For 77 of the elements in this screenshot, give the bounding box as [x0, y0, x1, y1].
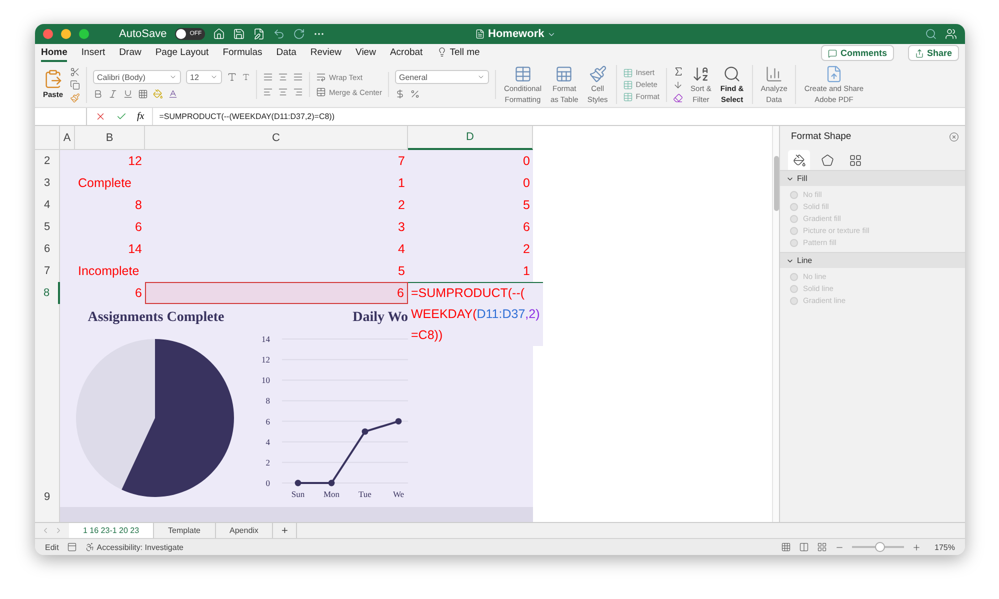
ribbon-tab[interactable]: Data	[276, 44, 296, 62]
ribbon-tab[interactable]: Insert	[81, 44, 106, 62]
table-cell: 6	[75, 216, 145, 238]
axis-tick-label: 0	[266, 478, 270, 488]
axis-tick-label: 10	[262, 375, 270, 386]
ribbon-tab[interactable]: Formulas	[222, 44, 262, 62]
ribbon-tab[interactable]: Review	[310, 44, 342, 62]
table-cell: 0	[408, 150, 533, 172]
column-header[interactable]: C	[145, 126, 408, 150]
axis-tick-label: 6	[266, 416, 270, 426]
column-header[interactable]: A	[60, 126, 75, 150]
number-format-field[interactable]: General	[394, 70, 489, 84]
formula-text: D11:D37	[476, 307, 526, 321]
row-header[interactable]: 8	[35, 282, 60, 304]
comments-button[interactable]: Comments	[821, 45, 894, 61]
table-cell: 6	[75, 282, 145, 304]
share-button[interactable]: Share	[908, 45, 959, 61]
axis-tick-label: 14	[262, 334, 270, 344]
formula-field[interactable]: =SUMPRODUCT(--(WEEKDAY(D11:D37,2)=C8))	[152, 108, 965, 125]
row-header[interactable]: 3	[35, 172, 60, 194]
formula-text: =C8))	[411, 328, 443, 342]
table-cell: 14	[75, 238, 145, 260]
axis-tick-label: 4	[266, 436, 270, 447]
table-cell: 0	[408, 172, 533, 194]
table-cell: Complete	[75, 172, 145, 194]
autosave-label: AutoSave	[119, 28, 167, 40]
chart-title: Daily Wo	[352, 310, 408, 326]
table-cell: 6	[145, 282, 408, 304]
axis-tick-label: 12	[262, 354, 270, 365]
row-header[interactable]: 7	[35, 260, 60, 282]
axis-category-label: Mon	[323, 489, 340, 499]
table-cell: 4	[145, 238, 408, 260]
ribbon-tab[interactable]: View	[356, 44, 376, 62]
row-header[interactable]: 4	[35, 194, 60, 216]
zoom-level: 175%	[934, 542, 955, 552]
table-cell: 5	[408, 194, 533, 216]
axis-category-label: Sun	[291, 489, 305, 499]
panel-title: Format Shape	[791, 131, 852, 142]
row-header[interactable]: 2	[35, 150, 60, 172]
table-cell: 2	[408, 238, 533, 260]
axis-category-label: We	[392, 489, 404, 499]
accessibility-status[interactable]: Accessibility: Investigate	[96, 542, 184, 552]
formula-text: ,2)	[525, 307, 540, 321]
ribbon-tab[interactable]: Page Layout	[155, 44, 209, 62]
section-header[interactable]: Line	[780, 252, 965, 268]
table-cell: 3	[145, 216, 408, 238]
axis-tick-label: 2	[266, 457, 270, 468]
font-size-field[interactable]: 12	[186, 70, 222, 84]
table-cell: 12	[75, 150, 145, 172]
tell-me-field[interactable]: Tell me	[436, 44, 480, 62]
table-cell: 8	[75, 194, 145, 216]
column-header[interactable]: B	[75, 126, 145, 150]
row-header[interactable]: 9	[35, 304, 60, 507]
formula-text: =SUMPRODUCT(--(	[411, 286, 525, 300]
column-header[interactable]: D	[408, 126, 533, 150]
window-title: Homework	[475, 28, 556, 40]
cell-editor[interactable]: =SUMPRODUCT(--( WEEKDAY(D11:D37,2) =C8))	[408, 282, 543, 346]
table-cell: 5	[145, 260, 408, 282]
chart-title: Assignments Complete	[88, 310, 224, 326]
table-cell: 7	[145, 150, 408, 172]
formula-text: WEEKDAY(	[411, 307, 477, 321]
ribbon-tab[interactable]: Draw	[119, 44, 142, 62]
row-header[interactable]: 6	[35, 238, 60, 260]
table-cell: 6	[408, 216, 533, 238]
axis-tick-label: 8	[266, 396, 270, 406]
table-cell: 1	[408, 260, 533, 282]
sheet-tab[interactable]: 1 16 23-1 20 23	[69, 523, 154, 538]
font-field[interactable]: Calibri (Body)	[93, 70, 182, 84]
mode-label: Edit	[45, 542, 59, 552]
table-cell: Incomplete	[75, 260, 145, 282]
section-header[interactable]: Fill	[780, 170, 965, 186]
row-header[interactable]: 5	[35, 216, 60, 238]
table-cell: 2	[145, 194, 408, 216]
axis-category-label: Tue	[358, 489, 372, 499]
function-button[interactable]: fx	[137, 111, 144, 122]
table-cell: 1	[145, 172, 408, 194]
ribbon-tab[interactable]: Acrobat	[390, 44, 423, 62]
